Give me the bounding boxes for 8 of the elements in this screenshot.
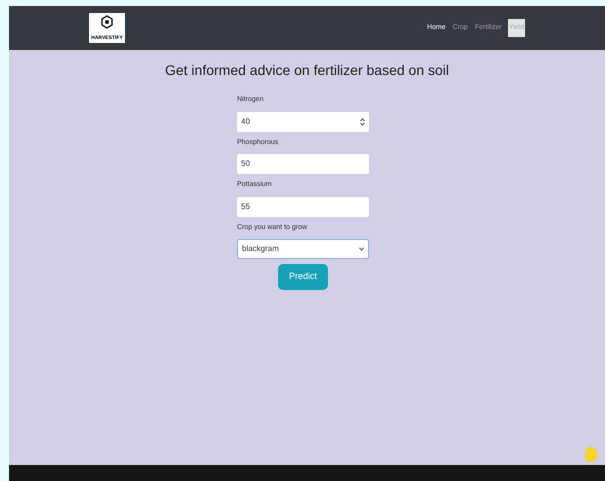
number-field[interactable]: 40 — [237, 112, 369, 132]
crop-select[interactable]: blackgram — [237, 239, 369, 259]
spinner-icon — [360, 118, 365, 126]
input-field[interactable]: 55 — [237, 196, 369, 216]
hexagon-logo-icon — [101, 15, 113, 29]
caret-icon — [359, 247, 364, 251]
page-heading: Get informed advice on fertilizer based on soil — [164, 61, 450, 80]
input-field[interactable]: 50 — [237, 154, 369, 174]
